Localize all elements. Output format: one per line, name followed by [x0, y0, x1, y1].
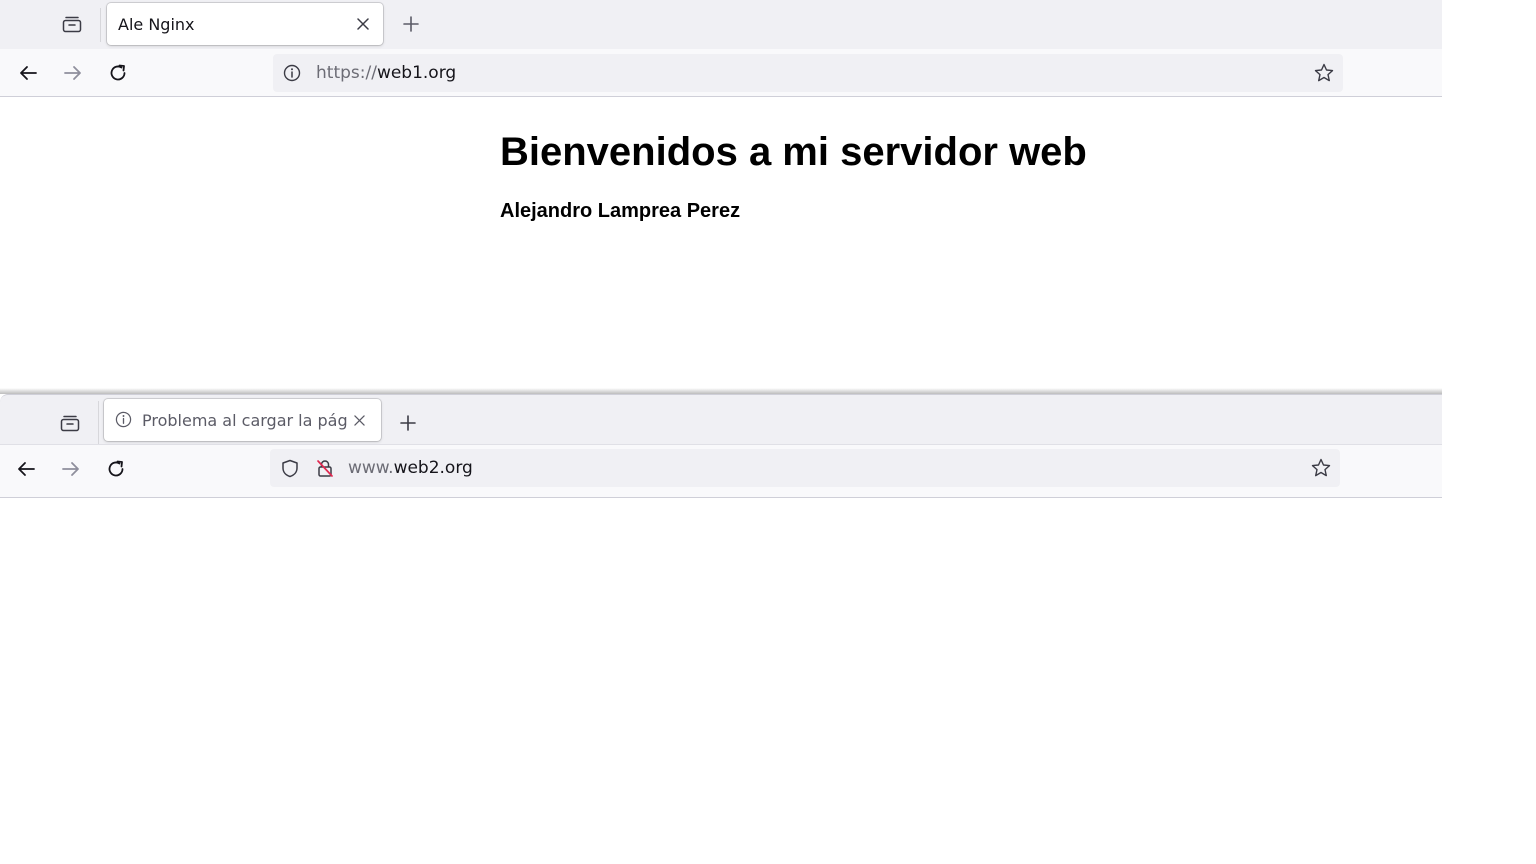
new-tab-button[interactable] — [396, 9, 426, 39]
page-subheading: Alejandro Lamprea Perez — [500, 200, 741, 222]
info-icon[interactable] — [283, 64, 301, 82]
url-bar[interactable]: https://web1.org — [273, 54, 1343, 92]
tab-close-button[interactable] — [353, 14, 373, 34]
tab-separator — [100, 8, 101, 42]
close-icon — [353, 414, 365, 426]
browser-window-web2: Problema al cargar la pág www.web2.org — [0, 394, 1442, 864]
forward-arrow-icon — [63, 65, 83, 81]
nav-toolbar: https://web1.org — [0, 49, 1442, 97]
tab-problema-al-cargar[interactable]: Problema al cargar la pág — [104, 399, 381, 441]
tab-ale-nginx[interactable]: Ale Nginx — [107, 3, 383, 45]
reload-button[interactable] — [101, 454, 131, 484]
insecure-lock-icon[interactable] — [316, 459, 334, 478]
tab-separator — [98, 401, 99, 445]
star-icon[interactable] — [1313, 62, 1335, 84]
star-icon[interactable] — [1310, 457, 1332, 479]
page-content — [0, 498, 1442, 858]
reload-icon — [106, 459, 126, 479]
page-heading: Bienvenidos a mi servidor web — [500, 130, 1087, 174]
url-prefix: www. — [348, 458, 394, 478]
reload-icon — [108, 63, 128, 83]
back-arrow-icon — [16, 461, 36, 477]
tablist-icon — [62, 15, 82, 33]
forward-arrow-icon — [61, 461, 81, 477]
back-button[interactable] — [11, 454, 41, 484]
plus-icon — [399, 414, 417, 432]
tab-strip: Problema al cargar la pág — [0, 394, 1442, 445]
shield-icon[interactable] — [281, 459, 299, 478]
close-icon — [357, 18, 369, 30]
back-arrow-icon — [18, 65, 38, 81]
url-prefix: https:// — [316, 63, 377, 83]
forward-button[interactable] — [58, 58, 88, 88]
plus-icon — [402, 15, 420, 33]
url-bar[interactable]: www.web2.org — [270, 449, 1340, 487]
url-domain: web1.org — [376, 63, 457, 83]
tablist-icon — [60, 414, 80, 432]
url-domain: web2.org — [393, 458, 473, 478]
tab-close-button[interactable] — [349, 410, 369, 430]
reload-button[interactable] — [103, 58, 133, 88]
info-icon — [115, 411, 132, 428]
new-tab-button[interactable] — [393, 408, 423, 438]
url-text[interactable]: www.web2.org — [348, 458, 473, 478]
tab-title: Ale Nginx — [118, 15, 195, 34]
back-button[interactable] — [13, 58, 43, 88]
browser-window-web1: Ale Nginx https://web1.org Bienvenidos a… — [0, 0, 1442, 392]
nav-toolbar: www.web2.org — [0, 444, 1442, 498]
tablist-button[interactable] — [56, 9, 88, 39]
tab-strip: Ale Nginx — [0, 0, 1442, 49]
forward-button[interactable] — [56, 454, 86, 484]
url-text[interactable]: https://web1.org — [316, 63, 456, 83]
tablist-button[interactable] — [54, 408, 86, 438]
tab-title: Problema al cargar la pág — [142, 411, 348, 430]
